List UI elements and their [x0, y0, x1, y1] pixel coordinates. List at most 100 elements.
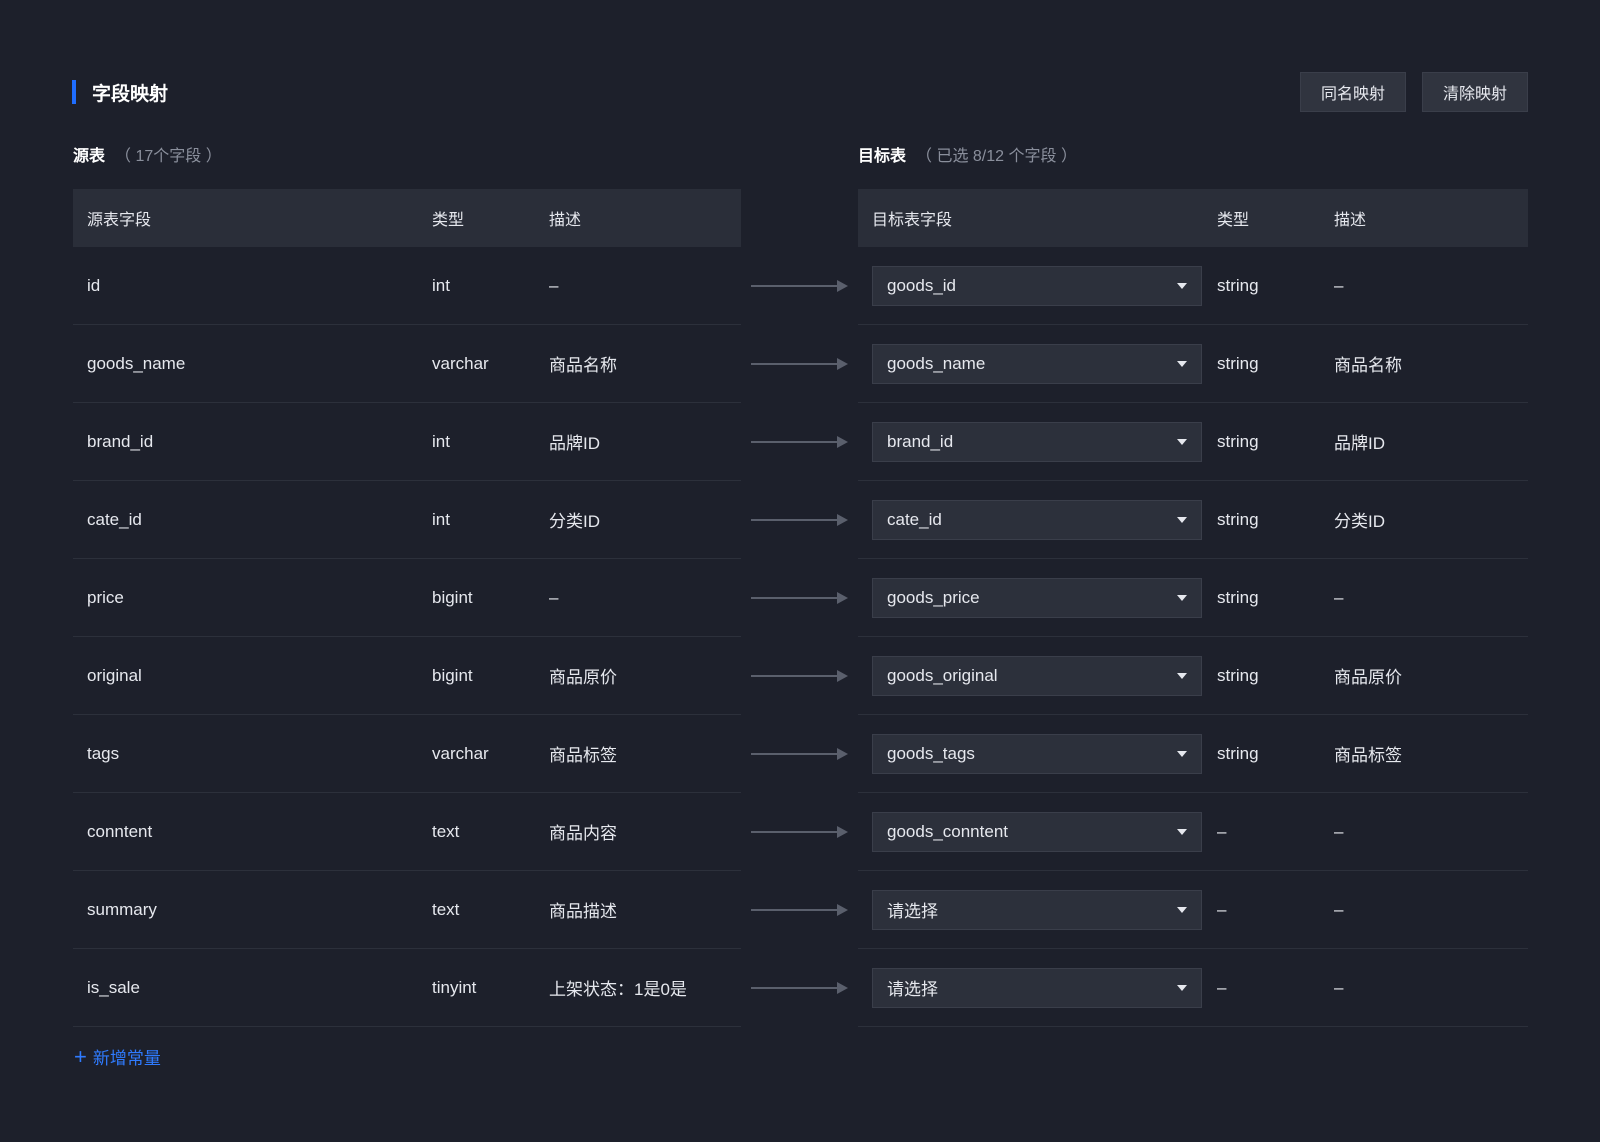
mapping-arrow	[751, 793, 849, 871]
source-count: （ 17个字段 ）	[115, 148, 222, 165]
arrow-right-icon	[751, 280, 848, 292]
target-field-select[interactable]: goods_id	[872, 265, 1202, 306]
target-field-select[interactable]: cate_id	[872, 499, 1202, 540]
target-row: cate_id string 分类ID	[858, 481, 1528, 559]
target-field-select[interactable]: goods_name	[872, 343, 1202, 384]
source-field-name: original	[87, 665, 142, 685]
col-target-field: 目标表字段	[872, 212, 953, 229]
source-field-name: cate_id	[87, 509, 142, 529]
target-field-type: string	[1217, 587, 1259, 607]
target-field-type: string	[1217, 275, 1259, 295]
target-field-desc: –	[1334, 275, 1344, 295]
target-field-value: goods_tags	[887, 743, 975, 763]
target-field-desc: –	[1334, 821, 1344, 841]
target-field-cell: goods_price	[858, 577, 1217, 618]
source-field-name: is_sale	[87, 977, 140, 997]
target-field-value: goods_price	[887, 587, 980, 607]
target-row: goods_price string –	[858, 559, 1528, 637]
arrow-right-icon	[751, 358, 848, 370]
target-field-value: goods_original	[887, 665, 998, 685]
target-field-value: goods_conntent	[887, 821, 1008, 841]
target-field-select[interactable]: goods_tags	[872, 733, 1202, 774]
arrow-right-icon	[751, 670, 848, 682]
target-field-type: string	[1217, 431, 1259, 451]
arrow-right-icon	[751, 436, 848, 448]
arrow-right-icon	[751, 826, 848, 838]
mapping-arrow	[751, 559, 849, 637]
target-row: goods_id string –	[858, 247, 1528, 325]
target-field-value: 请选择	[887, 902, 938, 921]
col-source-type: 类型	[432, 212, 465, 229]
target-field-select[interactable]: 请选择	[872, 967, 1202, 1008]
target-field-cell: 请选择	[858, 889, 1217, 930]
target-row: goods_conntent – –	[858, 793, 1528, 871]
source-field-name: tags	[87, 743, 120, 763]
source-field-desc: 商品描述	[549, 902, 617, 921]
target-field-cell: cate_id	[858, 499, 1217, 540]
target-section-label: 目标表 （ 已选 8/12 个字段 ）	[858, 142, 1077, 166]
field-mapping-page: 字段映射 同名映射 清除映射 源表 （ 17个字段 ） 目标表 （ 已选 8/1…	[0, 0, 1600, 1142]
source-table-header: 源表字段 类型 描述	[73, 189, 741, 247]
source-field-desc: 分类ID	[549, 512, 600, 531]
source-field-desc: 商品名称	[549, 356, 617, 375]
target-row: brand_id string 品牌ID	[858, 403, 1528, 481]
target-field-select[interactable]: brand_id	[872, 421, 1202, 462]
target-field-cell: goods_name	[858, 343, 1217, 384]
target-row: 请选择 – –	[858, 871, 1528, 949]
target-field-type: string	[1217, 743, 1259, 763]
caret-down-icon	[1177, 594, 1187, 601]
add-constant-link[interactable]: + 新增常量	[74, 1044, 161, 1069]
target-field-type: string	[1217, 665, 1259, 685]
header: 字段映射 同名映射 清除映射	[72, 72, 1528, 112]
same-name-mapping-button[interactable]: 同名映射	[1300, 72, 1406, 112]
target-field-cell: goods_tags	[858, 733, 1217, 774]
target-field-desc: 商品名称	[1334, 356, 1402, 375]
source-field-type: bigint	[432, 587, 473, 607]
source-field-desc: 商品原价	[549, 668, 617, 687]
target-field-value: cate_id	[887, 509, 942, 529]
clear-mapping-button[interactable]: 清除映射	[1422, 72, 1528, 112]
target-row: goods_name string 商品名称	[858, 325, 1528, 403]
source-section-label: 源表 （ 17个字段 ）	[73, 142, 222, 166]
source-rows: id int – goods_name varchar 商品名称 brand_id int 品牌…	[73, 247, 741, 1027]
caret-down-icon	[1177, 360, 1187, 367]
caret-down-icon	[1177, 516, 1187, 523]
target-field-value: 请选择	[887, 980, 938, 999]
source-field-desc: –	[549, 275, 559, 295]
mapping-arrow	[751, 949, 849, 1027]
source-field-type: text	[432, 821, 460, 841]
arrow-right-icon	[751, 514, 848, 526]
col-source-field: 源表字段	[87, 212, 152, 229]
caret-down-icon	[1177, 750, 1187, 757]
target-field-select[interactable]: goods_price	[872, 577, 1202, 618]
source-row: conntent text 商品内容	[73, 793, 741, 871]
caret-down-icon	[1177, 828, 1187, 835]
target-field-cell: brand_id	[858, 421, 1217, 462]
plus-icon: +	[74, 1043, 87, 1069]
caret-down-icon	[1177, 906, 1187, 913]
target-field-cell: 请选择	[858, 967, 1217, 1008]
source-field-type: int	[432, 275, 450, 295]
source-row: goods_name varchar 商品名称	[73, 325, 741, 403]
source-field-type: varchar	[432, 353, 489, 373]
title-wrap: 字段映射	[72, 79, 168, 106]
target-field-select[interactable]: goods_original	[872, 655, 1202, 696]
target-field-cell: goods_id	[858, 265, 1217, 306]
caret-down-icon	[1177, 984, 1187, 991]
target-field-type: string	[1217, 353, 1259, 373]
mapping-arrow	[751, 247, 849, 325]
caret-down-icon	[1177, 672, 1187, 679]
target-label: 目标表	[858, 148, 907, 165]
target-field-select[interactable]: 请选择	[872, 889, 1202, 930]
target-field-value: goods_name	[887, 353, 986, 373]
caret-down-icon	[1177, 438, 1187, 445]
target-count: （ 已选 8/12 个字段 ）	[916, 148, 1077, 165]
target-row: goods_original string 商品原价	[858, 637, 1528, 715]
mapping-arrow	[751, 403, 849, 481]
source-row: summary text 商品描述	[73, 871, 741, 949]
source-field-desc: –	[549, 587, 559, 607]
target-field-type: –	[1217, 899, 1227, 919]
col-target-type: 类型	[1217, 212, 1250, 229]
target-field-select[interactable]: goods_conntent	[872, 811, 1202, 852]
target-field-value: brand_id	[887, 431, 954, 451]
